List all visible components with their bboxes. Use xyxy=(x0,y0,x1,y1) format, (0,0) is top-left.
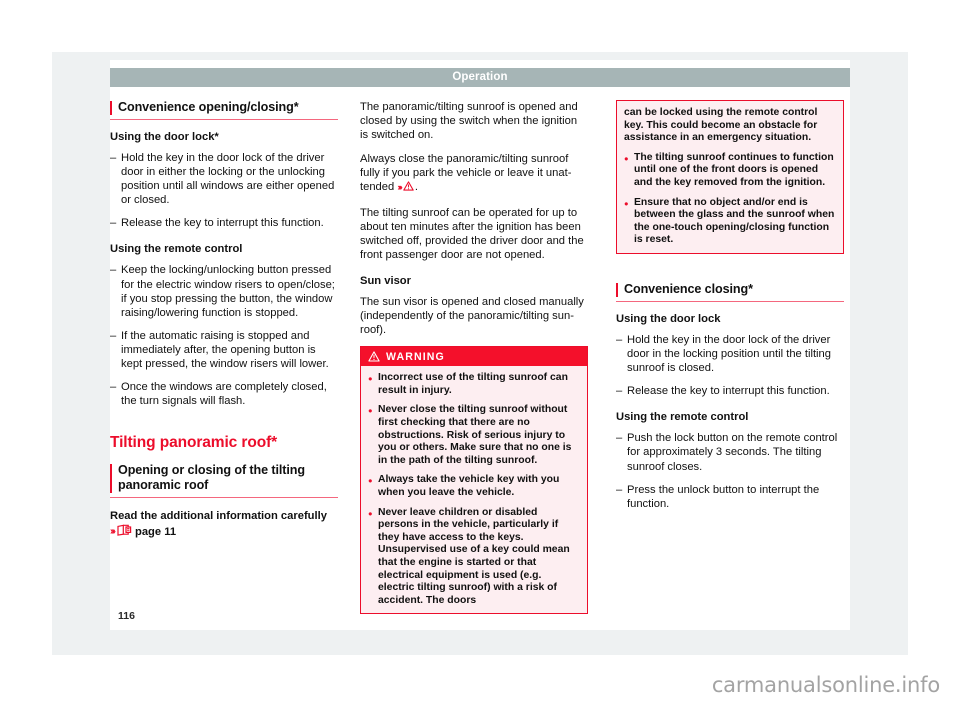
warning-box-continued-body: can be locked using the remote control k… xyxy=(617,101,843,253)
list-item: If the automatic raising is stopped and … xyxy=(110,329,338,371)
content-column-middle: The panoramic/tilting sunroof is opened … xyxy=(360,100,588,615)
closing-door-lock-steps-list: Hold the key in the door lock of the dri… xyxy=(616,333,844,398)
page-number: 116 xyxy=(118,610,135,622)
warning-continuation-text: can be locked using the remote control k… xyxy=(624,107,818,144)
site-watermark: carmanualsonline.info xyxy=(711,673,940,697)
subheading-using-the-door-lock: Using the door lock xyxy=(616,312,721,325)
warning-item: Never leave children or disabled persons… xyxy=(368,507,580,608)
running-header-bar: Operation xyxy=(110,68,850,87)
section-heading-opening-closing-tilting-roof: Opening or closing of the tilting panora… xyxy=(110,463,338,499)
read-additional-information-note: Read the additional information carefull… xyxy=(110,510,327,523)
cross-reference-line: ››› page 11 xyxy=(110,524,338,541)
warning-box-body: Incorrect use of the tilting sunroof can… xyxy=(361,366,587,613)
remote-control-steps-list: Keep the locking/unlocking button presse… xyxy=(110,263,338,408)
content-column-right: can be locked using the remote control k… xyxy=(616,100,844,520)
inline-warning-reference: ›››. xyxy=(397,181,418,193)
paragraph-text-tail: . xyxy=(414,181,418,194)
warning-box-header: WARNING xyxy=(361,347,587,367)
manual-page-sheet: Operation Convenience opening/closing* U… xyxy=(110,60,850,630)
warning-item: Never close the tilting sunroof without … xyxy=(368,404,580,467)
chapter-title-tilting-panoramic-roof: Tilting panoramic roof* xyxy=(110,434,278,452)
warning-box: WARNING Incorrect use of the tilting sun… xyxy=(360,346,588,615)
warning-item: Ensure that no object and/or end is betw… xyxy=(624,197,836,247)
list-item: Release the key to interrupt this functi… xyxy=(110,216,338,230)
list-item: Push the lock button on the remote contr… xyxy=(616,431,844,473)
section-heading-convenience-opening: Convenience opening/closing* xyxy=(110,100,338,120)
list-item: Once the windows are completely closed, … xyxy=(110,380,338,408)
section-heading-convenience-closing: Convenience closing* xyxy=(616,282,844,302)
manual-page-frame: Operation Convenience opening/closing* U… xyxy=(52,52,908,655)
paragraph-sunroof-switch: The panoramic/tilting sunroof is opened … xyxy=(360,101,578,142)
subheading-using-the-remote-control: Using the remote control xyxy=(616,411,749,424)
list-item: Press the unlock button to interrupt the… xyxy=(616,483,844,511)
reference-chevron-icon: ››› xyxy=(397,182,402,194)
subheading-using-the-remote-control: Using the remote control xyxy=(110,243,243,256)
list-item: Hold the key in the door lock of the dri… xyxy=(110,151,338,207)
paragraph-text-lead: Always close the panoramic/tilting sunro… xyxy=(360,153,572,194)
warning-box-continued: can be locked using the remote control k… xyxy=(616,100,844,254)
reference-chevron-icon: ››› xyxy=(110,526,116,538)
warning-triangle-icon xyxy=(403,181,414,195)
warning-box-title: WARNING xyxy=(386,350,445,363)
paragraph-sunroof-ten-minutes: The tilting sunroof can be operated for … xyxy=(360,206,584,261)
paragraph-always-close-sunroof: Always close the panoramic/tilting sunro… xyxy=(360,152,588,195)
closing-remote-control-steps-list: Push the lock button on the remote contr… xyxy=(616,431,844,510)
warning-item: Incorrect use of the tilting sunroof can… xyxy=(368,372,580,397)
paragraph-sun-visor: The sun visor is opened and closed manua… xyxy=(360,295,584,337)
subheading-sun-visor: Sun visor xyxy=(360,274,411,287)
warning-item: The tilting sunroof continues to functio… xyxy=(624,152,836,190)
list-item: Hold the key in the door lock of the dri… xyxy=(616,333,844,375)
door-lock-steps-list: Hold the key in the door lock of the dri… xyxy=(110,151,338,231)
running-header-title: Operation xyxy=(452,71,508,83)
content-column-left: Convenience opening/closing* Using the d… xyxy=(110,100,338,541)
reference-page-label: page 11 xyxy=(135,526,177,539)
warning-item: Always take the vehicle key with you whe… xyxy=(368,474,580,499)
list-item: Release the key to interrupt this functi… xyxy=(616,384,844,398)
list-item: Keep the locking/unlocking button presse… xyxy=(110,263,338,319)
warning-triangle-icon xyxy=(368,351,380,362)
book-reference-icon xyxy=(117,524,132,541)
subheading-using-the-door-lock: Using the door lock* xyxy=(110,131,219,143)
